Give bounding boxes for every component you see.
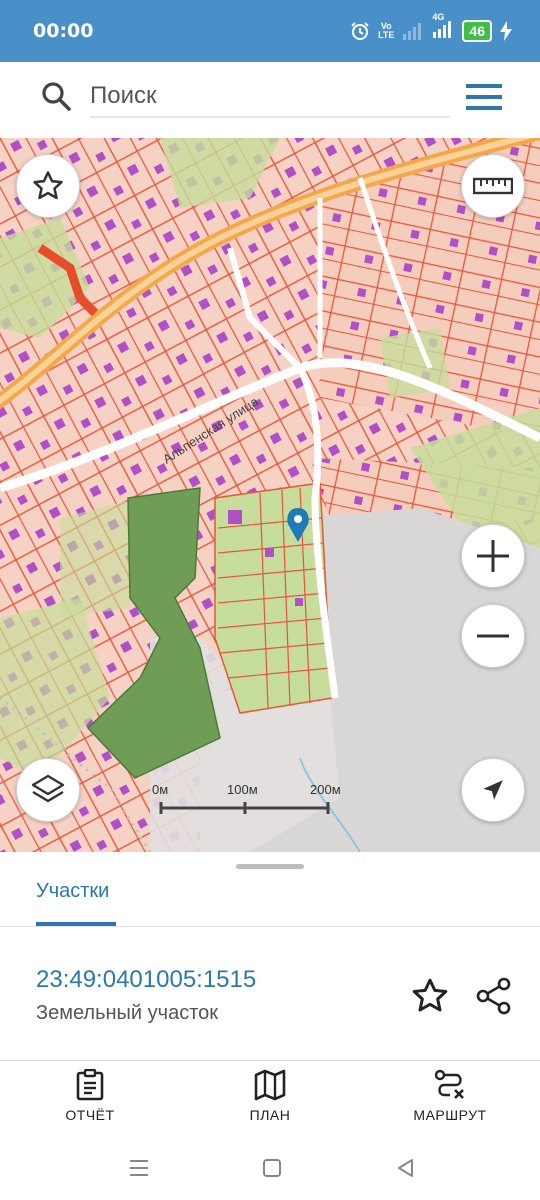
scale-label-200: 200м <box>310 782 341 797</box>
alarm-icon <box>351 22 369 40</box>
charging-icon <box>500 21 512 41</box>
layers-button[interactable] <box>16 758 80 822</box>
system-navigation <box>0 1140 540 1200</box>
cadastral-map[interactable]: Альпенская улица 0м 100м 200м <box>0 138 540 852</box>
network-type: 4G <box>432 11 445 22</box>
cadastral-number[interactable]: 23:49:0401005:1515 <box>36 966 256 994</box>
favorites-button[interactable] <box>16 154 80 218</box>
zoom-out-button[interactable] <box>461 604 525 668</box>
parcel-info-sheet: Участки 23:49:0401005:1515 Земельный уча… <box>0 852 540 1060</box>
tab-parcels[interactable]: Участки <box>36 880 109 903</box>
clipboard-icon <box>76 1069 104 1101</box>
clock: 00:00 <box>33 20 94 42</box>
nav-plan-label: ПЛАН <box>249 1107 291 1123</box>
map-scale: 0м 100м 200м <box>150 778 350 818</box>
zoom-in-button[interactable] <box>461 524 525 588</box>
home-icon[interactable] <box>262 1158 282 1178</box>
parcel-type: Земельный участок <box>36 1002 219 1024</box>
measure-button[interactable] <box>461 154 525 218</box>
search-bar <box>8 62 532 130</box>
locate-button[interactable] <box>461 758 525 822</box>
map-canvas[interactable] <box>0 138 540 852</box>
scale-label-100: 100м <box>227 782 258 797</box>
signal-icon-2 <box>433 20 452 38</box>
drag-handle[interactable] <box>236 864 304 869</box>
bottom-navigation: ОТЧЁТ ПЛАН МАРШРУТ <box>0 1060 540 1140</box>
menu-icon[interactable] <box>466 82 504 112</box>
divider <box>0 926 540 927</box>
star-outline-icon <box>33 171 63 200</box>
signal-icon-1 <box>403 23 422 40</box>
star-icon[interactable] <box>410 976 450 1016</box>
recent-apps-icon[interactable] <box>128 1158 150 1178</box>
minus-icon <box>477 634 509 638</box>
route-icon <box>434 1069 464 1099</box>
nav-report-label: ОТЧЁТ <box>65 1107 115 1123</box>
map-icon <box>254 1069 286 1101</box>
share-icon[interactable] <box>474 976 514 1016</box>
scale-label-0: 0м <box>152 782 169 797</box>
ruler-icon <box>473 177 513 195</box>
nav-route[interactable]: МАРШРУТ <box>380 1069 520 1123</box>
nav-plan[interactable]: ПЛАН <box>200 1069 340 1123</box>
layers-icon <box>31 774 65 803</box>
status-bar: 00:00 Vo LTE 4G 46 <box>0 0 540 62</box>
back-icon[interactable] <box>396 1158 416 1178</box>
volte-indicator: Vo LTE <box>378 21 395 40</box>
scale-bar <box>159 802 330 814</box>
search-icon[interactable] <box>40 80 72 112</box>
nav-route-label: МАРШРУТ <box>413 1107 487 1123</box>
search-input[interactable] <box>90 76 450 118</box>
nav-report[interactable]: ОТЧЁТ <box>20 1069 160 1123</box>
plus-icon <box>477 540 509 572</box>
battery-level: 46 <box>462 20 492 42</box>
status-icons: Vo LTE 4G 46 <box>350 12 512 44</box>
navigation-arrow-icon <box>483 780 503 800</box>
